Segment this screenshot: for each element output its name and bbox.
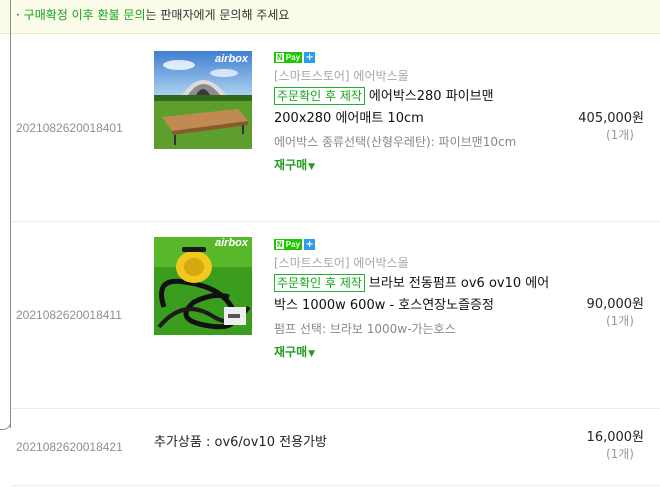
electric-pump-photo bbox=[154, 237, 252, 335]
naver-pay-badge: N Pay + bbox=[274, 238, 552, 251]
order-number: 2021082620018401 bbox=[16, 121, 123, 135]
image-brand-label: airbox bbox=[214, 53, 248, 65]
rebuy-label: 재구매 bbox=[274, 345, 308, 359]
item-price: 405,000원 bbox=[578, 111, 644, 126]
order-item-row: 2021082620018411 airbox N Pay + [스마트스토어] … bbox=[12, 222, 660, 409]
rebuy-button[interactable]: 재구매▼ bbox=[274, 345, 552, 361]
notice-highlight: 구매확정 이후 환불 문의 bbox=[23, 8, 146, 22]
order-number: 2021082620018411 bbox=[16, 308, 122, 322]
item-quantity: (1개) bbox=[605, 128, 634, 142]
npay-plus-icon: + bbox=[304, 239, 316, 250]
chevron-down-icon: ▼ bbox=[308, 162, 316, 172]
addon-product-label: 추가상품 : ov6/ov10 전용가방 bbox=[154, 435, 327, 450]
image-brand-label: airbox bbox=[214, 237, 248, 249]
refund-notice-bar: · 구매확정 이후 환불 문의는 판매자에게 문의해 주세요 bbox=[0, 0, 660, 34]
left-frame-corner bbox=[0, 420, 11, 430]
chevron-down-icon: ▼ bbox=[308, 349, 316, 359]
rebuy-button[interactable]: 재구매▼ bbox=[274, 158, 552, 174]
product-title[interactable]: 주문확인 후 제작 에어박스280 파이브맨 200x280 에어매트 10cm bbox=[274, 86, 552, 130]
npay-logo: N Pay bbox=[274, 239, 303, 250]
item-quantity: (1개) bbox=[605, 314, 634, 328]
air-mattress-photo bbox=[154, 51, 252, 149]
store-link[interactable]: [스마트스토어] 에어박스몰 bbox=[274, 255, 552, 271]
item-quantity: (1개) bbox=[605, 447, 634, 461]
product-info: N Pay + [스마트스토어] 에어박스몰 주문확인 후 제작 에어박스280 파… bbox=[274, 51, 552, 174]
notice-bullet: · bbox=[16, 8, 20, 22]
price-block: 16,000원 (1개) bbox=[554, 429, 644, 463]
order-number: 2021082620018421 bbox=[16, 440, 123, 454]
store-link[interactable]: [스마트스토어] 에어박스몰 bbox=[274, 68, 552, 84]
price-block: 405,000원 (1개) bbox=[554, 110, 644, 144]
npay-plus-icon: + bbox=[304, 52, 316, 63]
left-frame-line bbox=[10, 0, 11, 428]
order-item-row: 2021082620018401 airbox NPay + [스마트스토어] … bbox=[12, 34, 660, 222]
product-image-electric-pump[interactable]: airbox bbox=[154, 237, 252, 335]
made-to-order-badge: 주문확인 후 제작 bbox=[274, 274, 365, 292]
naver-pay-badge: N Pay + bbox=[274, 51, 552, 64]
rebuy-label: 재구매 bbox=[274, 158, 308, 172]
price-block: 90,000원 (1개) bbox=[554, 296, 644, 330]
product-info: N Pay + [스마트스토어] 에어박스몰 주문확인 후 제작 브라보 전동펌프 … bbox=[274, 238, 552, 361]
npay-logo: N Pay bbox=[274, 52, 303, 63]
product-title[interactable]: 주문확인 후 제작 브라보 전동펌프 ov6 ov10 에어박스 1000w 60… bbox=[274, 273, 552, 317]
order-item-row: 2021082620018421 추가상품 : ov6/ov10 전용가방 16… bbox=[12, 409, 660, 486]
item-price: 16,000원 bbox=[586, 430, 644, 445]
product-option: 펌프 선택: 브라보 1000w-가는호스 bbox=[274, 322, 456, 336]
product-option: 에어박스 종류선택(산형우레탄): 파이브맨10cm bbox=[274, 135, 517, 149]
notice-text: 는 판매자에게 문의해 주세요 bbox=[145, 8, 290, 22]
made-to-order-badge: 주문확인 후 제작 bbox=[274, 87, 365, 105]
product-image-air-mattress[interactable]: airbox bbox=[154, 51, 252, 149]
item-price: 90,000원 bbox=[586, 297, 644, 312]
